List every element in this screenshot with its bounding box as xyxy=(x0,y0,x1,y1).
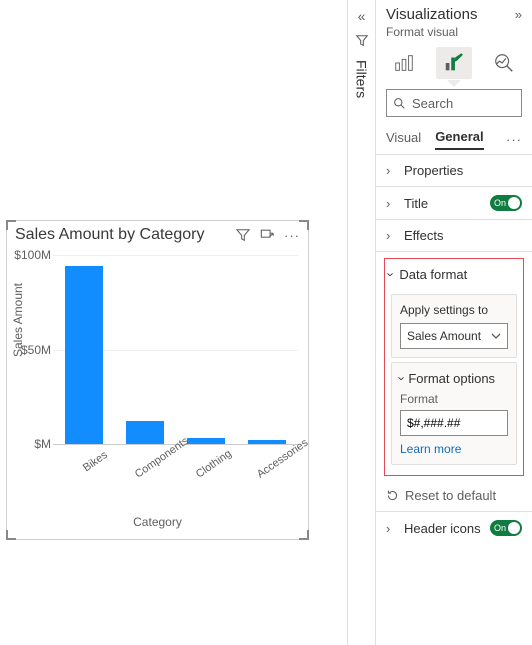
chart-header: Sales Amount by Category ··· xyxy=(7,221,308,249)
apply-settings-value: Sales Amount xyxy=(407,329,481,343)
format-visual-icon[interactable] xyxy=(436,47,472,79)
plot-area: $100M $50M $M xyxy=(53,255,298,445)
bar-accessories[interactable] xyxy=(248,440,286,444)
format-string-input[interactable] xyxy=(400,410,508,436)
x-tick: Bikes xyxy=(71,449,109,481)
chevron-right-icon: › xyxy=(386,196,398,211)
resize-handle-tl[interactable] xyxy=(6,220,16,230)
tabs-more-icon[interactable]: ··· xyxy=(506,132,522,147)
tab-visual[interactable]: Visual xyxy=(386,130,421,149)
header-icons-toggle[interactable]: On xyxy=(490,520,522,536)
expand-pane-icon[interactable]: » xyxy=(515,7,522,22)
x-tick: Components xyxy=(133,449,171,481)
x-tick: Accessories xyxy=(255,449,293,481)
build-visual-icon[interactable] xyxy=(386,47,422,79)
analytics-icon[interactable] xyxy=(486,47,522,79)
x-tick-row: Bikes Components Clothing Accessories xyxy=(53,449,298,461)
filters-label[interactable]: Filters xyxy=(354,58,370,98)
title-toggle[interactable]: On xyxy=(490,195,522,211)
reset-icon xyxy=(386,489,399,502)
format-field-label: Format xyxy=(400,392,508,406)
visualizations-pane: Visualizations » Format visual Search Vi… xyxy=(375,0,532,645)
section-data-format-highlight: › Data format Apply settings to Sales Am… xyxy=(384,258,524,476)
chevron-right-icon: › xyxy=(386,163,398,178)
chevron-down-icon: › xyxy=(384,272,399,276)
section-data-format[interactable]: › Data format xyxy=(385,259,523,290)
section-effects[interactable]: › Effects xyxy=(376,220,532,252)
apply-settings-card: Apply settings to Sales Amount xyxy=(391,294,517,358)
chart-body: Sales Amount $100M $50M $M Bikes Compone… xyxy=(7,249,308,537)
section-header-icons[interactable]: › Header icons On xyxy=(376,512,532,544)
filters-pane-collapsed: « Filters xyxy=(347,0,375,645)
pane-title: Visualizations xyxy=(386,6,515,23)
more-options-icon[interactable]: ··· xyxy=(284,228,300,243)
y-tick: $100M xyxy=(13,248,51,262)
format-mode-row xyxy=(376,45,532,79)
chevron-down-icon: › xyxy=(395,376,410,380)
format-options-header[interactable]: › Format options xyxy=(400,371,508,386)
pane-subtitle: Format visual xyxy=(376,25,532,45)
resize-handle-tr[interactable] xyxy=(299,220,309,230)
focus-mode-icon[interactable] xyxy=(260,228,274,243)
report-canvas[interactable]: Sales Amount by Category ··· Sales Amoun… xyxy=(0,0,347,645)
filter-icon[interactable] xyxy=(236,228,250,243)
format-sections: › Properties › Title On › Effects › Data… xyxy=(376,154,532,544)
column-chart-visual[interactable]: Sales Amount by Category ··· Sales Amoun… xyxy=(6,220,309,540)
apply-settings-label: Apply settings to xyxy=(400,303,508,317)
chart-title: Sales Amount by Category xyxy=(15,226,236,244)
bar-group xyxy=(53,255,298,444)
collapse-filters-icon[interactable]: « xyxy=(358,8,366,24)
x-tick: Clothing xyxy=(194,449,232,481)
format-tabs: Visual General ··· xyxy=(376,123,532,150)
learn-more-link[interactable]: Learn more xyxy=(400,442,508,456)
tab-general[interactable]: General xyxy=(435,129,483,150)
bar-clothing[interactable] xyxy=(187,438,225,444)
y-tick: $50M xyxy=(13,343,51,357)
bar-components[interactable] xyxy=(126,421,164,444)
search-placeholder: Search xyxy=(412,96,453,111)
bar-bikes[interactable] xyxy=(65,266,103,444)
search-input[interactable]: Search xyxy=(386,89,522,117)
reset-to-default[interactable]: Reset to default xyxy=(376,480,532,512)
section-properties[interactable]: › Properties xyxy=(376,155,532,187)
format-options-card: › Format options Format Learn more xyxy=(391,362,517,465)
chevron-right-icon: › xyxy=(386,228,398,243)
apply-settings-select[interactable]: Sales Amount xyxy=(400,323,508,349)
section-title[interactable]: › Title On xyxy=(376,187,532,220)
filter-icon[interactable] xyxy=(355,34,369,48)
y-tick: $M xyxy=(13,437,51,451)
x-axis-label: Category xyxy=(7,515,308,529)
search-icon xyxy=(393,97,406,110)
chevron-right-icon: › xyxy=(386,521,398,536)
chevron-down-icon xyxy=(491,331,501,341)
